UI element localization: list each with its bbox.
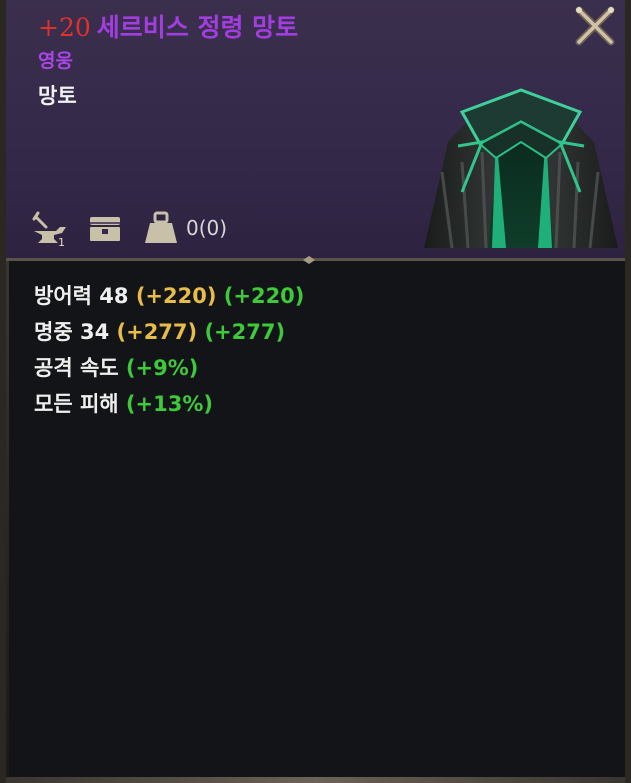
stat-label: 공격 속도 <box>34 356 119 380</box>
tooltip-header: +20 세르비스 정령 망토 영웅 망토 1 0(0) <box>6 0 625 258</box>
stat-bonus-total: (+9%) <box>125 356 199 380</box>
stat-bonus: (+277) <box>116 320 198 344</box>
anvil-hammer-icon: 1 <box>32 211 66 247</box>
stat-label: 방어력 48 <box>34 284 129 308</box>
svg-text:1: 1 <box>58 236 65 247</box>
stat-defense: 방어력 48 (+220) (+220) <box>34 278 304 314</box>
stat-attack-speed: 공격 속도 (+9%) <box>34 350 304 386</box>
stat-bonus-total: (+13%) <box>125 392 213 416</box>
item-tooltip: +20 세르비스 정령 망토 영웅 망토 1 0(0) 방어력 48 (+220… <box>0 0 631 783</box>
stats-list: 방어력 48 (+220) (+220) 명중 34 (+277) (+277)… <box>34 278 304 422</box>
stat-bonus-total: (+220) <box>223 284 305 308</box>
item-title: +20 세르비스 정령 망토 <box>38 8 298 44</box>
stat-label: 명중 34 <box>34 320 110 344</box>
stat-accuracy: 명중 34 (+277) (+277) <box>34 314 304 350</box>
chest-icon <box>90 217 120 241</box>
item-name: 세르비스 정령 망토 <box>96 13 299 42</box>
bottom-border <box>6 777 625 783</box>
weight-icon <box>145 211 177 243</box>
cape-item-image <box>424 88 618 249</box>
stat-label: 모든 피해 <box>34 392 119 416</box>
header-divider <box>6 256 625 264</box>
close-x-icon <box>575 6 615 46</box>
close-button[interactable] <box>573 4 617 48</box>
item-type: 망토 <box>38 84 77 108</box>
enchant-level: +20 <box>38 13 91 42</box>
stat-bonus-total: (+277) <box>204 320 286 344</box>
weight-value: 0(0) <box>186 216 228 240</box>
item-info-icons: 1 0(0) <box>30 208 227 248</box>
stat-all-damage: 모든 피해 (+13%) <box>34 386 304 422</box>
item-grade: 영웅 <box>38 50 73 72</box>
stat-bonus: (+220) <box>135 284 217 308</box>
